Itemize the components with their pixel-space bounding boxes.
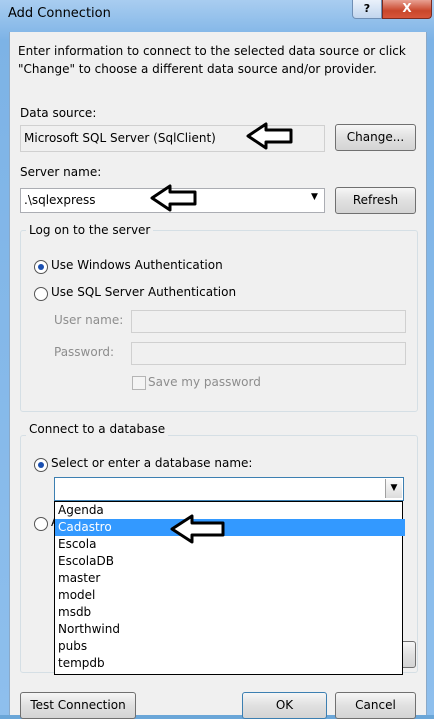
database-group-label: Connect to a database xyxy=(26,422,169,436)
change-button[interactable]: Change... xyxy=(335,124,416,151)
list-item[interactable]: EscolaDB xyxy=(55,553,405,570)
dialog-window: Add Connection ? X Enter information to … xyxy=(0,0,434,719)
username-label: User name: xyxy=(54,313,124,327)
select-database-label[interactable]: Select or enter a database name: xyxy=(51,456,252,470)
list-item[interactable]: Escola xyxy=(55,536,405,553)
list-item[interactable]: msdb xyxy=(55,604,405,621)
list-item[interactable]: master xyxy=(55,570,405,587)
save-password-checkbox[interactable] xyxy=(132,376,146,390)
database-combobox[interactable]: ▼ xyxy=(54,477,404,501)
windows-auth-radio[interactable] xyxy=(34,260,48,274)
attach-database-radio[interactable] xyxy=(34,517,48,531)
data-source-label: Data source: xyxy=(20,106,97,120)
list-item[interactable]: Agenda xyxy=(55,502,405,519)
intro-text: Enter information to connect to the sele… xyxy=(18,44,406,76)
annotation-arrow-icon xyxy=(150,184,197,212)
username-input[interactable] xyxy=(131,310,406,333)
annotation-arrow-icon xyxy=(170,514,225,544)
list-item[interactable]: model xyxy=(55,587,405,604)
title-bar: Add Connection ? X xyxy=(0,0,434,30)
list-item[interactable]: pubs xyxy=(55,638,405,655)
save-password-label: Save my password xyxy=(148,375,261,389)
close-button[interactable]: X xyxy=(382,0,432,19)
list-item[interactable]: Northwind xyxy=(55,621,405,638)
radio-selected-dot xyxy=(38,462,44,468)
server-name-label: Server name: xyxy=(20,165,102,179)
server-name-value: .\sqlexpress xyxy=(24,193,96,207)
windows-auth-label[interactable]: Use Windows Authentication xyxy=(51,258,223,272)
radio-selected-dot xyxy=(38,264,44,270)
password-label: Password: xyxy=(54,345,115,359)
database-dropdown-list[interactable]: Agenda Cadastro Escola EscolaDB master m… xyxy=(54,501,405,675)
chevron-down-icon[interactable]: ▼ xyxy=(385,479,402,498)
list-item[interactable]: tempdb xyxy=(55,655,405,672)
window-title: Add Connection xyxy=(8,6,111,21)
list-item-selected[interactable]: Cadastro xyxy=(55,519,405,536)
help-button[interactable]: ? xyxy=(352,0,382,19)
password-input[interactable] xyxy=(131,342,406,365)
annotation-arrow-icon xyxy=(246,122,293,150)
select-database-radio[interactable] xyxy=(34,458,48,472)
chevron-down-icon[interactable]: ▼ xyxy=(311,192,318,202)
data-source-value: Microsoft SQL Server (SqlClient) xyxy=(24,131,216,145)
logon-group-label: Log on to the server xyxy=(26,223,154,237)
sql-auth-label[interactable]: Use SQL Server Authentication xyxy=(51,285,236,299)
sql-auth-radio[interactable] xyxy=(34,287,48,301)
refresh-button[interactable]: Refresh xyxy=(335,187,416,214)
